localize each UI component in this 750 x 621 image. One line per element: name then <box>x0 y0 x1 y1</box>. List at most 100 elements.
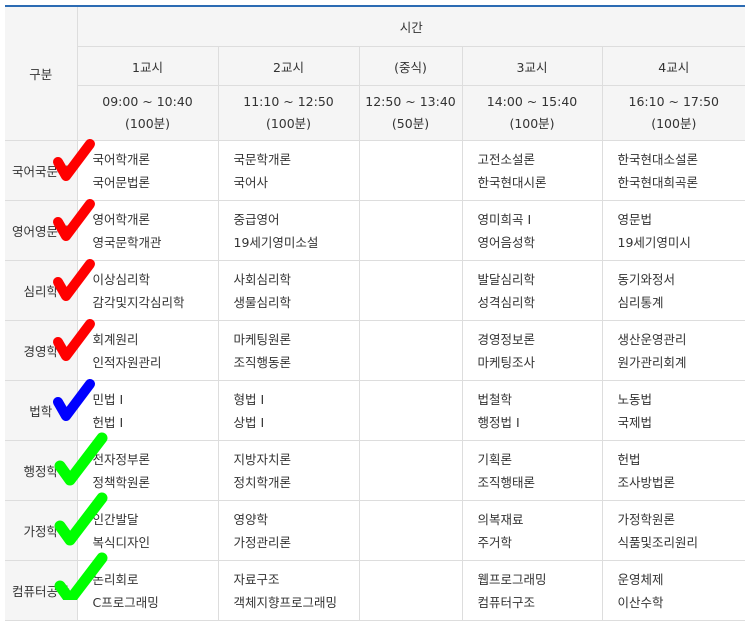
course-name: 이산수학 <box>617 594 664 610</box>
table-row: 가정학 인간발달 복식디자인 영양학 가정관리론 의복재료 주거학 가정학원론 식품및조리원리 <box>5 500 746 561</box>
course-name: 행정법 I <box>477 414 520 430</box>
major-name: 법학 <box>5 380 78 441</box>
course-name: 논리회로 <box>92 571 139 587</box>
period-name: (중식) <box>359 46 463 86</box>
course-cell: 중급영어 19세기영미소설 <box>218 200 360 261</box>
course-name: 성격심리학 <box>477 294 536 310</box>
course-cell: 생산운영관리원가관리회계 <box>602 320 746 381</box>
period-name: 3교시 <box>462 46 603 86</box>
course-cell: 노동법 국제법 <box>602 380 746 441</box>
period-duration: (100분) <box>124 116 171 131</box>
course-name: 국제법 <box>617 414 653 430</box>
course-cell: 사회심리학 생물심리학 <box>218 260 360 321</box>
lunch-cell <box>359 140 463 201</box>
course-name: 경영정보론 <box>477 331 536 347</box>
course-name: 조직행태론 <box>477 474 536 490</box>
lunch-cell <box>359 380 463 441</box>
course-name: 자료구조 <box>233 571 280 587</box>
major-name: 행정학 <box>5 440 78 501</box>
course-cell: 국어학개론 국어문법론 <box>77 140 219 201</box>
major-name: 영어영문학 <box>5 200 78 261</box>
course-name: 영미희곡 I <box>477 211 532 227</box>
course-name: 국어학개론 <box>92 151 151 167</box>
period-time: 12:50 ~ 13:40 <box>365 94 456 109</box>
course-name: 전자정부론 <box>92 451 151 467</box>
table-row: 국어국문학 국어학개론 국어문법론 국문학개론 국어사 고전소설론 한국현대시론 한국현대소설… <box>5 140 746 201</box>
major-name: 컴퓨터공학 <box>5 560 78 621</box>
category-header: 구분 <box>5 5 78 141</box>
timetable-body: 국어국문학 국어학개론 국어문법론 국문학개론 국어사 고전소설론 한국현대시론 한국현대소설… <box>5 140 746 621</box>
course-cell: 발달심리학성격심리학 <box>462 260 603 321</box>
course-name: 민법 I <box>92 391 124 407</box>
course-name: 정치학개론 <box>233 474 292 490</box>
course-name: 가정학원론 <box>617 511 676 527</box>
lunch-cell <box>359 440 463 501</box>
course-cell: 국문학개론 국어사 <box>218 140 360 201</box>
course-cell: 의복재료 주거학 <box>462 500 603 561</box>
course-name: 영어학개론 <box>92 211 151 227</box>
course-cell: 영양학가정관리론 <box>218 500 360 561</box>
course-name: 가정관리론 <box>233 534 292 550</box>
course-cell: 논리회로 C프로그래밍 <box>77 560 219 621</box>
period-duration: (100분) <box>651 116 697 131</box>
course-name: 이상심리학 <box>92 271 151 287</box>
table-row: 법학 민법 I 헌법 I 형법 I 상법 I 법철학행정법 I 노동법 국제법 <box>5 380 746 441</box>
course-cell: 회계원리 인적자원관리 <box>77 320 219 381</box>
course-name: 주거학 <box>477 534 513 550</box>
course-name: 발달심리학 <box>477 271 536 287</box>
course-cell: 경영정보론마케팅조사 <box>462 320 603 381</box>
course-cell: 영어학개론 영국문학개관 <box>77 200 219 261</box>
course-name: 마케팅원론 <box>233 331 292 347</box>
course-cell: 민법 I 헌법 I <box>77 380 219 441</box>
table-row: 경영학 회계원리 인적자원관리 마케팅원론 조직행동론 경영정보론 마케팅조사 생산운영관리 원… <box>5 320 746 381</box>
course-name: 정책학원론 <box>92 474 151 490</box>
course-name: 지방자치론 <box>233 451 292 467</box>
period-duration: (50분) <box>391 116 430 131</box>
course-name: 19세기영미소설 <box>233 234 319 250</box>
course-name: 회계원리 <box>92 331 139 347</box>
lunch-cell <box>359 260 463 321</box>
course-cell: 인간발달 복식디자인 <box>77 500 219 561</box>
table-row: 심리학 이상심리학 감각및지각심리학 사회심리학 생물심리학 발달심리학 성격심리학 동기와정… <box>5 260 746 321</box>
course-cell: 헌법 조사방법론 <box>602 440 746 501</box>
course-cell: 운영체제 이산수학 <box>602 560 746 621</box>
course-name: 복식디자인 <box>92 534 151 550</box>
major-name: 경영학 <box>5 320 78 381</box>
period-name: 1교시 <box>77 46 219 86</box>
course-cell: 자료구조객체지향프로그래밍 <box>218 560 360 621</box>
course-name: 마케팅조사 <box>477 354 536 370</box>
course-name: 영어음성학 <box>477 234 536 250</box>
course-name: 법철학 <box>477 391 513 407</box>
course-cell: 형법 I 상법 I <box>218 380 360 441</box>
course-name: 헌법 I <box>92 414 124 430</box>
course-name: 원가관리회계 <box>617 354 687 370</box>
course-name: 국어사 <box>233 174 269 190</box>
course-cell: 한국현대소설론 한국현대희곡론 <box>602 140 746 201</box>
course-name: 영양학 <box>233 511 269 527</box>
course-name: 조사방법론 <box>617 474 676 490</box>
course-name: 웹프로그래밍 <box>477 571 547 587</box>
course-cell: 웹프로그래밍 컴퓨터구조 <box>462 560 603 621</box>
period-duration: (100분) <box>265 116 312 131</box>
table-row: 영어영문학 영어학개론 영국문학개관 중급영어 19세기영미소설 영미희곡 I 영어음성학 영… <box>5 200 746 261</box>
course-name: 기획론 <box>477 451 513 467</box>
course-name: 생산운영관리 <box>617 331 687 347</box>
course-cell: 가정학원론 식품및조리원리 <box>602 500 746 561</box>
course-cell: 기획론조직행태론 <box>462 440 603 501</box>
course-name: 객체지향프로그래밍 <box>233 594 338 610</box>
exam-timetable: 구분 시간 1교시 2교시 (중식) 3교시 4교시 09:00 ~ 10:40… <box>5 5 746 621</box>
table-row: 행정학 전자정부론 정책학원론 지방자치론 정치학개론 기획론 조직행태론 헌법 조사방법론 <box>5 440 746 501</box>
period-name: 2교시 <box>218 46 360 86</box>
course-name: 영문법 <box>617 211 653 227</box>
major-name: 가정학 <box>5 500 78 561</box>
course-name: 형법 I <box>233 391 265 407</box>
lunch-cell <box>359 560 463 621</box>
time-header: 시간 <box>77 5 746 47</box>
course-cell: 영미희곡 I 영어음성학 <box>462 200 603 261</box>
course-cell: 지방자치론정치학개론 <box>218 440 360 501</box>
period-time-cell: 14:00 ~ 15:40 (100분) <box>462 85 603 141</box>
course-cell: 전자정부론정책학원론 <box>77 440 219 501</box>
course-cell: 영문법 19세기영미시 <box>602 200 746 261</box>
course-name: 상법 I <box>233 414 265 430</box>
period-time-cell: 12:50 ~ 13:40 (50분) <box>359 85 463 141</box>
